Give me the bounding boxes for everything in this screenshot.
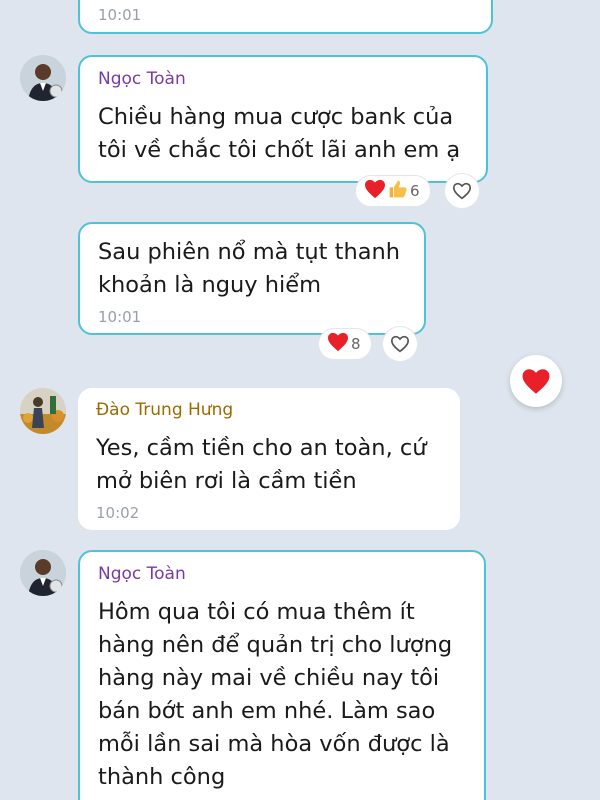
sender-name[interactable]: Đào Trung Hưng (96, 400, 442, 420)
message-bubble[interactable]: Ngọc Toàn Hôm qua tôi có mua thêm ít hàn… (78, 550, 486, 800)
heart-icon (364, 179, 386, 203)
heart-icon (522, 368, 550, 394)
avatar-ngoc-toan[interactable] (20, 550, 66, 596)
heart-outline-icon (390, 335, 410, 353)
heart-icon (327, 332, 349, 356)
reaction-summary[interactable]: 6 (355, 175, 431, 207)
react-heart-button[interactable] (382, 326, 418, 362)
sender-name[interactable]: Ngọc Toàn (98, 69, 468, 89)
message-bubble[interactable]: Đào Trung Hưng Yes, cầm tiền cho an toàn… (78, 388, 460, 530)
floating-heart-reaction[interactable] (510, 355, 562, 407)
message-bubble[interactable]: Sau phiên nổ mà tụt thanh khoản là nguy … (78, 222, 426, 335)
reaction-count: 8 (351, 335, 361, 353)
sender-name[interactable]: Ngọc Toàn (98, 564, 466, 584)
message-text: Yes, cầm tiền cho an toàn, cứ mở biên rơ… (96, 435, 427, 494)
message-text: Sau phiên nổ mà tụt thanh khoản là nguy … (98, 239, 401, 298)
message-time: 10:01 (98, 308, 142, 326)
message-bubble-top[interactable]: 10:01 (78, 0, 493, 34)
heart-outline-icon (452, 182, 472, 200)
thumbs-up-icon (388, 179, 408, 203)
reaction-count: 6 (410, 182, 420, 200)
react-heart-button[interactable] (444, 173, 480, 209)
message-bubble[interactable]: Ngọc Toàn Chiều hàng mua cược bank của t… (78, 55, 488, 183)
avatar-dao-trung-hung[interactable] (20, 388, 66, 434)
avatar-ngoc-toan[interactable] (20, 55, 66, 101)
message-time: 10:01 (98, 6, 142, 24)
message-text: Chiều hàng mua cược bank của tôi về chắc… (98, 104, 461, 163)
reaction-summary[interactable]: 8 (318, 328, 372, 360)
message-text: Hôm qua tôi có mua thêm ít hàng nên để q… (98, 599, 453, 790)
message-time: 10:02 (96, 504, 140, 522)
